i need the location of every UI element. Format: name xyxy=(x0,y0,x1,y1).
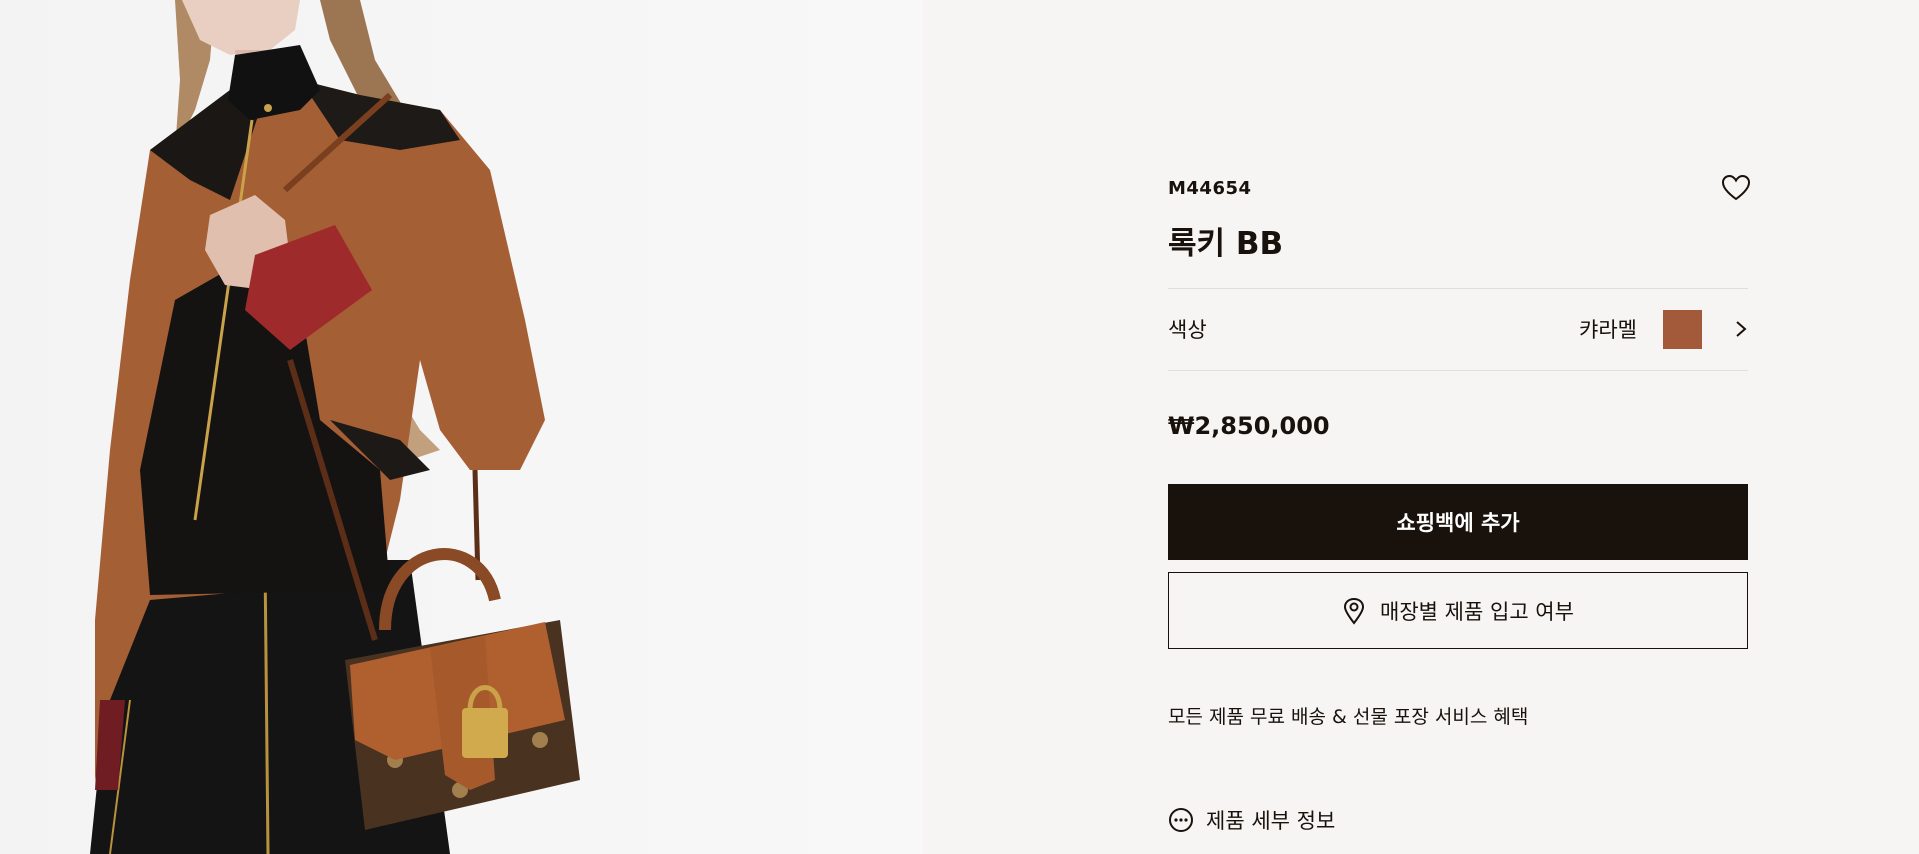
color-selector[interactable]: 색상 캬라멜 xyxy=(1168,288,1748,370)
wishlist-button[interactable] xyxy=(1721,173,1751,203)
color-swatch xyxy=(1663,309,1702,349)
more-dots-icon xyxy=(1169,808,1193,832)
color-value: 캬라멜 xyxy=(1579,318,1637,342)
add-to-bag-label: 쇼핑백에 추가 xyxy=(1396,511,1520,535)
store-availability-label: 매장별 제품 입고 여부 xyxy=(1380,599,1574,624)
product-details-label: 제품 세부 정보 xyxy=(1206,809,1336,833)
product-info-panel: M44654 록키 BB 색상 캬라멜 ₩2,850,000 쇼핑백에 추가 매… xyxy=(923,0,1919,854)
product-price: ₩2,850,000 xyxy=(1168,412,1330,440)
store-availability-button[interactable]: 매장별 제품 입고 여부 xyxy=(1168,572,1748,649)
color-label: 색상 xyxy=(1168,318,1207,342)
product-details-link[interactable]: 제품 세부 정보 xyxy=(1168,805,1335,835)
product-sku: M44654 xyxy=(1168,178,1252,199)
location-pin-icon xyxy=(1344,597,1365,625)
add-to-bag-button[interactable]: 쇼핑백에 추가 xyxy=(1168,484,1748,560)
benefit-text: 모든 제품 무료 배송 & 선물 포장 서비스 혜택 xyxy=(1168,706,1529,728)
heart-icon xyxy=(1721,174,1751,201)
product-photo-illustration xyxy=(90,0,580,854)
divider xyxy=(1168,370,1748,371)
product-image xyxy=(0,0,923,854)
color-selection: 캬라멜 xyxy=(1579,309,1748,349)
product-title: 록키 BB xyxy=(1168,226,1284,262)
chevron-right-icon xyxy=(1736,321,1747,337)
